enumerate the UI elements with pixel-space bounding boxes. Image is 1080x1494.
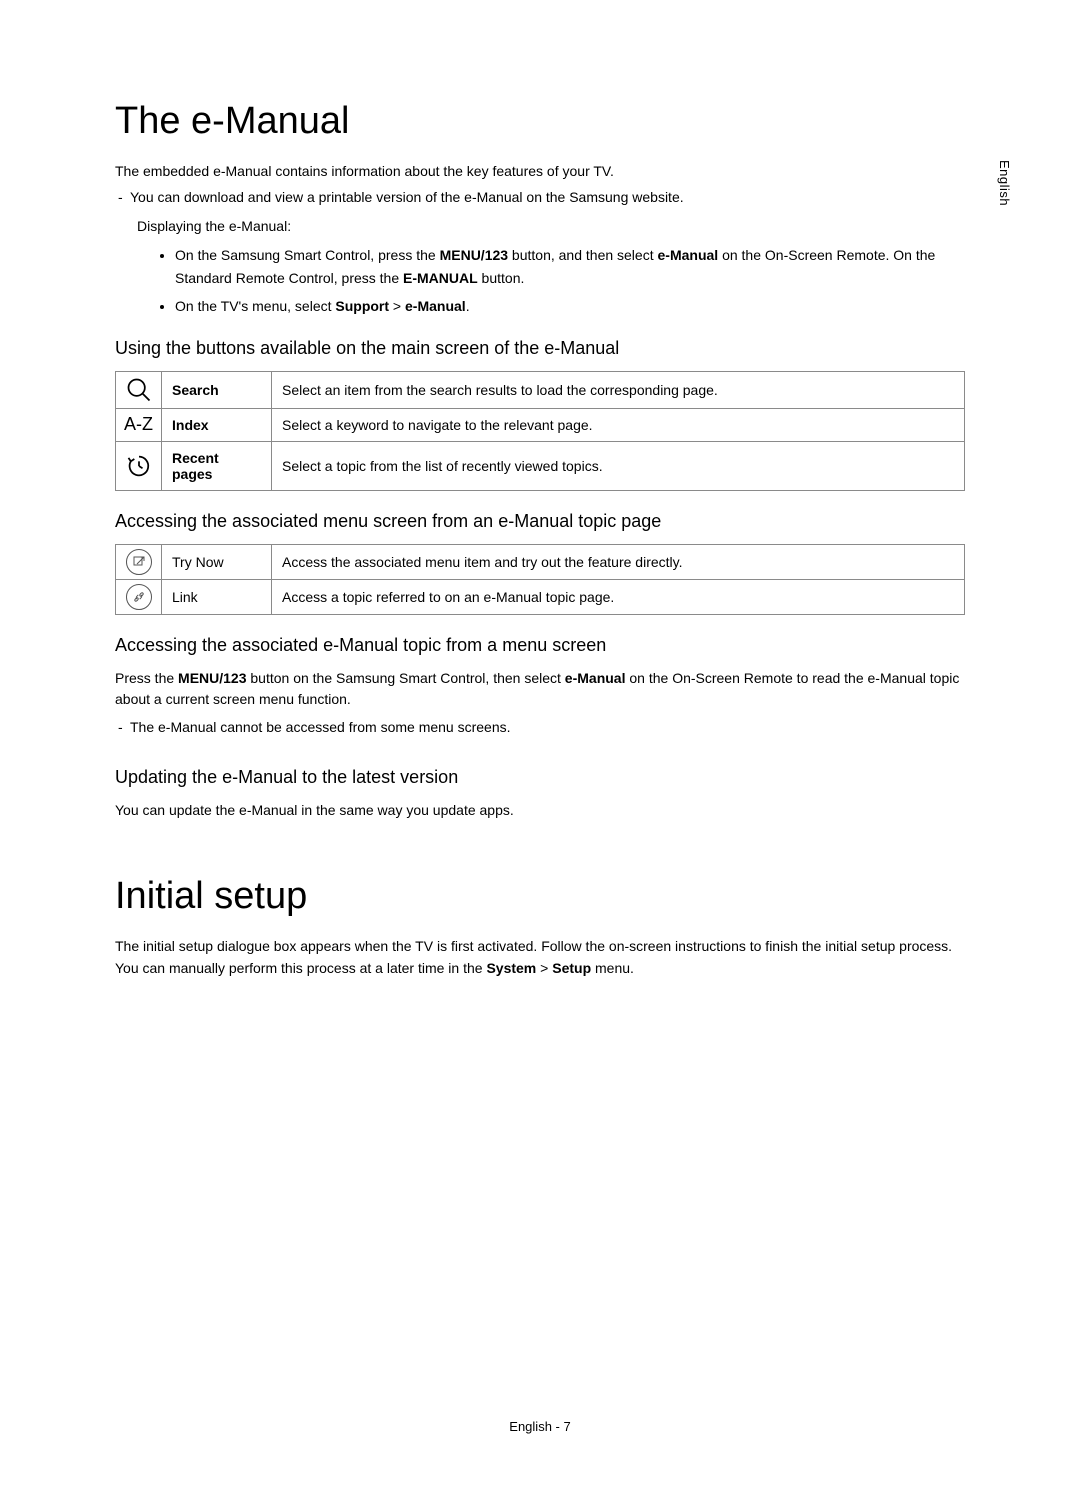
table-row: A-Z Index Select a keyword to navigate t…	[116, 408, 965, 441]
heading-updating: Updating the e-Manual to the latest vers…	[115, 767, 965, 788]
recent-pages-icon	[125, 452, 153, 480]
access-topic-note-text: The e-Manual cannot be accessed from som…	[130, 719, 511, 735]
download-note: -You can download and view a printable v…	[115, 187, 965, 209]
download-note-text: You can download and view a printable ve…	[130, 189, 684, 205]
search-desc: Select an item from the search results t…	[272, 371, 965, 408]
heading-access-menu: Accessing the associated menu screen fro…	[115, 511, 965, 532]
buttons-table-topic: Try Now Access the associated menu item …	[115, 544, 965, 615]
heading-initial-setup: Initial setup	[115, 875, 965, 918]
access-topic-note: -The e-Manual cannot be accessed from so…	[115, 717, 965, 739]
index-desc: Select a keyword to navigate to the rele…	[272, 408, 965, 441]
intro-text: The embedded e-Manual contains informati…	[115, 161, 965, 183]
index-label: Index	[162, 408, 272, 441]
bullet-tv-menu: On the TV's menu, select Support > e-Man…	[175, 295, 965, 317]
heading-emanual: The e-Manual	[115, 100, 965, 143]
try-now-icon	[126, 549, 152, 575]
link-icon	[126, 584, 152, 610]
az-icon-cell: A-Z	[116, 408, 162, 441]
link-desc: Access a topic referred to on an e-Manua…	[272, 579, 965, 614]
search-icon	[125, 376, 153, 404]
link-label: Link	[162, 579, 272, 614]
recent-icon-cell	[116, 441, 162, 490]
display-methods-list: On the Samsung Smart Control, press the …	[115, 244, 965, 317]
table-row: Search Select an item from the search re…	[116, 371, 965, 408]
table-row: Link Access a topic referred to on an e-…	[116, 579, 965, 614]
bullet-smart-control: On the Samsung Smart Control, press the …	[175, 244, 965, 289]
access-topic-paragraph: Press the MENU/123 button on the Samsung…	[115, 668, 965, 711]
link-icon-cell	[116, 579, 162, 614]
page-footer: English - 7	[0, 1419, 1080, 1434]
recent-pages-label: Recent pages	[162, 441, 272, 490]
initial-setup-paragraph: The initial setup dialogue box appears w…	[115, 936, 965, 979]
language-side-label: English	[997, 160, 1012, 206]
buttons-table-main: Search Select an item from the search re…	[115, 371, 965, 491]
table-row: Recent pages Select a topic from the lis…	[116, 441, 965, 490]
trynow-label: Try Now	[162, 544, 272, 579]
manual-page: English The e-Manual The embedded e-Manu…	[0, 0, 1080, 1494]
trynow-desc: Access the associated menu item and try …	[272, 544, 965, 579]
displaying-label: Displaying the e-Manual:	[115, 218, 965, 234]
trynow-icon-cell	[116, 544, 162, 579]
table-row: Try Now Access the associated menu item …	[116, 544, 965, 579]
heading-using-buttons: Using the buttons available on the main …	[115, 338, 965, 359]
updating-text: You can update the e-Manual in the same …	[115, 800, 965, 822]
search-label: Search	[162, 371, 272, 408]
az-icon: A-Z	[120, 414, 157, 435]
search-icon-cell	[116, 371, 162, 408]
recent-pages-desc: Select a topic from the list of recently…	[272, 441, 965, 490]
heading-access-topic: Accessing the associated e-Manual topic …	[115, 635, 965, 656]
